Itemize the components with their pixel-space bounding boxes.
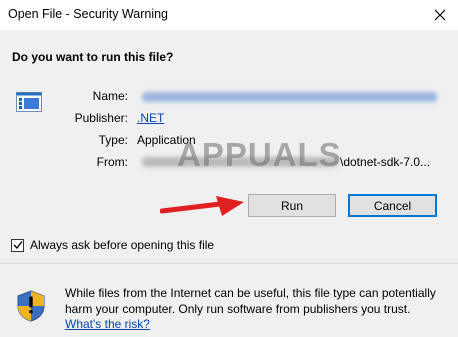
from-label: From: [96,155,128,169]
type-label: Type: [98,133,128,147]
publisher-link[interactable]: .NET [137,111,164,125]
checkmark-icon [13,241,23,250]
publisher-label: Publisher: [74,111,128,125]
info-text-block: While files from the Internet can be use… [65,286,450,333]
title-bar: Open File - Security Warning [0,0,458,30]
security-warning-dialog: Open File - Security Warning Do you want… [0,0,458,337]
name-label: Name: [92,89,128,103]
always-ask-checkbox-row[interactable]: Always ask before opening this file [11,238,214,252]
name-value-blurred [142,92,437,102]
whats-the-risk-link[interactable]: What's the risk? [65,317,150,331]
dialog-question: Do you want to run this file? [12,50,174,64]
always-ask-checkbox[interactable] [11,238,24,252]
from-value: \dotnet-sdk-7.0... [340,155,431,169]
info-text: While files from the Internet can be use… [65,286,436,316]
cancel-button[interactable]: Cancel [348,194,437,217]
run-button[interactable]: Run [248,194,336,217]
close-icon [434,9,446,21]
always-ask-label: Always ask before opening this file [30,238,215,252]
close-button[interactable] [422,0,458,30]
watermark-text: APPUALS [177,136,342,173]
red-arrow-pointer [160,196,244,216]
window-title: Open File - Security Warning [8,7,169,21]
security-shield-icon [17,290,45,322]
